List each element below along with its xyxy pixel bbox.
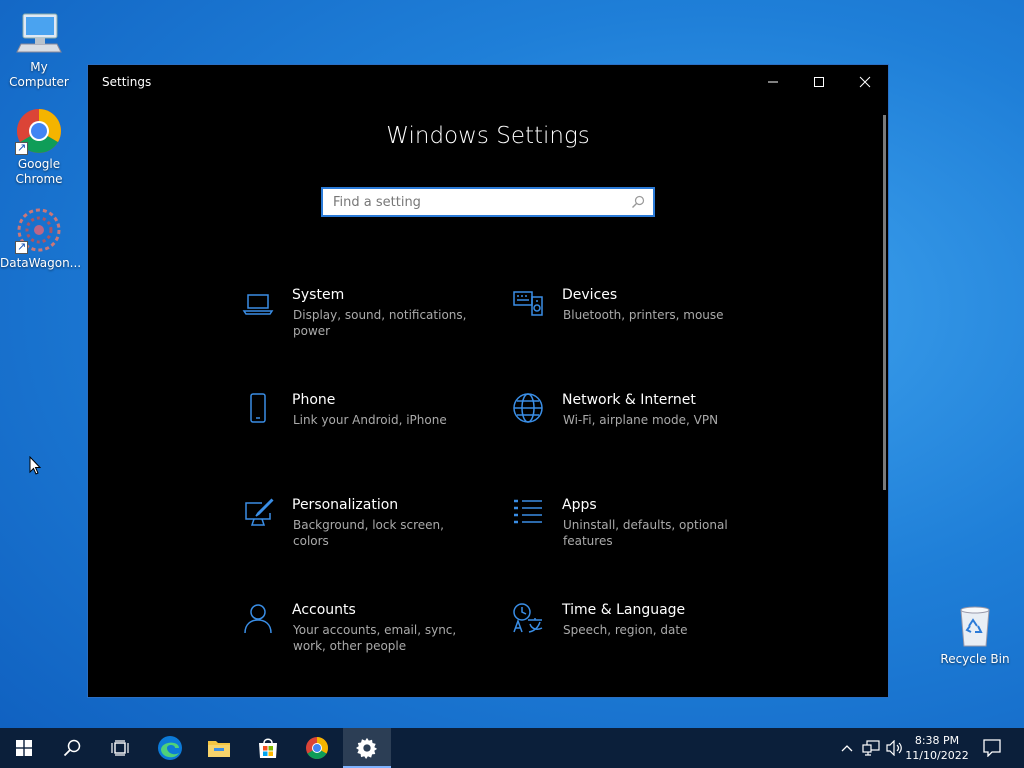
recycle-bin-icon bbox=[951, 602, 999, 650]
tile-name: Personalization bbox=[292, 497, 399, 513]
desktop-icon-recycle-bin[interactable]: Recycle Bin bbox=[936, 602, 1014, 667]
search-taskbar-button[interactable] bbox=[48, 728, 96, 768]
taskbar-chrome[interactable] bbox=[293, 728, 341, 768]
tile-name: Phone bbox=[292, 392, 336, 408]
tile-description: Display, sound, notifications, power bbox=[293, 308, 467, 338]
time-language-icon bbox=[512, 602, 544, 634]
tile-name: Accounts bbox=[292, 602, 356, 618]
desktop-icon-label: Google Chrome bbox=[15, 157, 63, 186]
clock-time: 8:38 PM bbox=[914, 734, 960, 747]
show-hidden-icons-button[interactable] bbox=[838, 728, 856, 768]
tile-name: Time & Language bbox=[562, 602, 686, 618]
search-box[interactable] bbox=[321, 187, 655, 217]
shortcut-arrow-icon bbox=[15, 140, 28, 155]
tile-description: Your accounts, email, sync, work, other … bbox=[293, 623, 457, 653]
maximize-icon bbox=[814, 77, 824, 87]
paint-monitor-icon bbox=[242, 497, 274, 529]
taskbar-settings[interactable] bbox=[343, 728, 391, 768]
close-button[interactable] bbox=[842, 65, 888, 99]
desktop-icon-datawagon[interactable]: DataWagon... bbox=[0, 206, 82, 271]
task-view-icon bbox=[111, 740, 129, 756]
tile-name: Devices bbox=[562, 287, 618, 303]
windows-logo-icon bbox=[16, 740, 32, 756]
datawagon-icon bbox=[15, 206, 63, 254]
laptop-icon bbox=[242, 287, 274, 319]
gear-icon bbox=[356, 737, 378, 759]
search-icon[interactable] bbox=[631, 195, 645, 209]
folder-icon bbox=[208, 741, 230, 757]
notification-icon bbox=[983, 739, 1001, 757]
network-tray-button[interactable] bbox=[860, 728, 882, 768]
tile-description: Background, lock screen, colors bbox=[293, 518, 444, 548]
search-icon bbox=[63, 739, 81, 757]
tile-description: Link your Android, iPhone bbox=[293, 413, 447, 427]
chrome-icon bbox=[15, 107, 63, 155]
taskbar-file-explorer[interactable] bbox=[195, 728, 243, 768]
taskbar-microsoft-store[interactable] bbox=[244, 728, 292, 768]
tile-name: Apps bbox=[562, 497, 597, 513]
keyboard-speaker-icon bbox=[512, 287, 544, 319]
maximize-button[interactable] bbox=[796, 65, 842, 99]
clock-date: 11/10/2022 bbox=[905, 749, 969, 762]
phone-icon bbox=[242, 392, 274, 424]
tile-description: Bluetooth, printers, mouse bbox=[563, 308, 724, 322]
tile-name: System bbox=[292, 287, 345, 303]
chrome-icon bbox=[306, 737, 328, 759]
desktop-icon-label: DataWagon... bbox=[0, 256, 82, 270]
shortcut-arrow-icon bbox=[15, 239, 28, 254]
window-title: Settings bbox=[102, 75, 152, 89]
apps-list-icon bbox=[512, 497, 544, 529]
taskbar: 8:38 PM 11/10/2022 bbox=[0, 728, 1024, 768]
taskbar-clock[interactable]: 8:38 PM 11/10/2022 bbox=[902, 733, 972, 763]
desktop-icon-label: Recycle Bin bbox=[940, 652, 1010, 666]
globe-icon bbox=[512, 392, 544, 424]
start-button[interactable] bbox=[0, 728, 48, 768]
tile-description: Wi-Fi, airplane mode, VPN bbox=[563, 413, 719, 427]
title-bar[interactable]: Settings bbox=[88, 65, 888, 99]
desktop-icon-google-chrome[interactable]: Google Chrome bbox=[0, 107, 78, 187]
tile-description: Speech, region, date bbox=[563, 623, 688, 637]
tile-name: Network & Internet bbox=[562, 392, 696, 408]
close-icon bbox=[859, 76, 871, 88]
task-view-button[interactable] bbox=[96, 728, 144, 768]
mouse-cursor-icon bbox=[29, 456, 42, 475]
desktop-icon-my-computer[interactable]: My Computer bbox=[0, 10, 78, 90]
search-input[interactable] bbox=[323, 189, 623, 215]
page-title: Windows Settings bbox=[386, 123, 590, 149]
settings-window: Settings Windows Settings System Display… bbox=[87, 64, 889, 698]
store-icon bbox=[259, 738, 277, 758]
taskbar-edge[interactable] bbox=[146, 728, 194, 768]
minimize-icon bbox=[768, 81, 778, 83]
computer-icon bbox=[15, 10, 63, 58]
chevron-up-icon bbox=[841, 745, 853, 752]
edge-icon bbox=[158, 736, 182, 760]
action-center-button[interactable] bbox=[978, 728, 1006, 768]
minimize-button[interactable] bbox=[750, 65, 796, 99]
network-icon bbox=[862, 740, 880, 756]
desktop-icon-label: My Computer bbox=[9, 60, 69, 89]
tile-description: Uninstall, defaults, optional features bbox=[563, 518, 728, 548]
scrollbar[interactable] bbox=[883, 115, 886, 490]
person-icon bbox=[242, 602, 274, 634]
